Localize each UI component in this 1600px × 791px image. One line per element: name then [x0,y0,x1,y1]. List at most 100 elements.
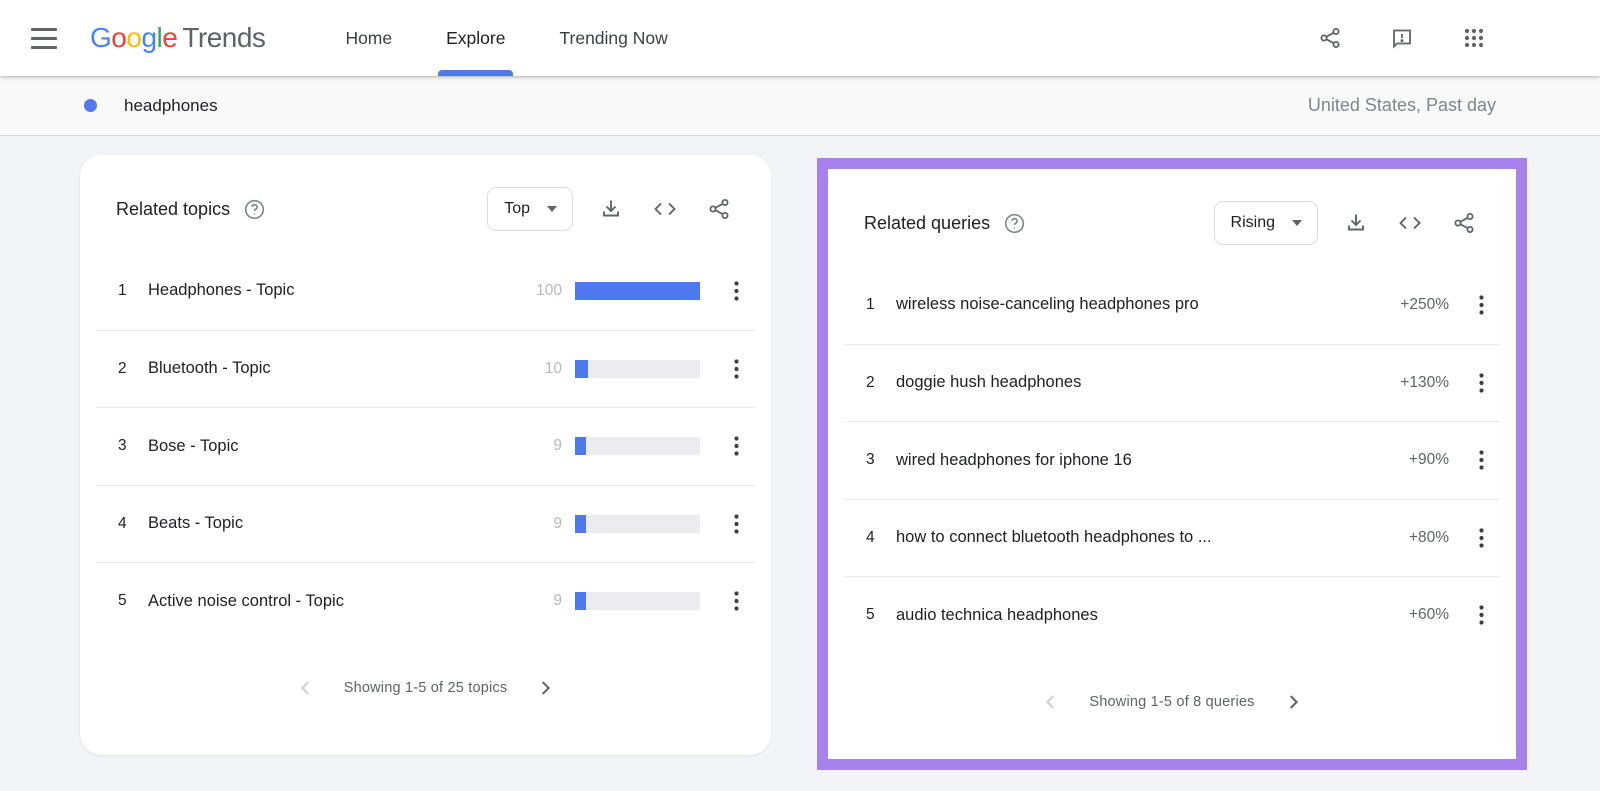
logo-letter: e [162,22,178,53]
share-icon[interactable] [1450,209,1478,237]
table-row: 4 Beats - Topic 9 [96,484,755,563]
card-title: Related topics [116,198,231,219]
query-link[interactable]: doggie hush headphones [896,373,1400,392]
row-value: 10 [544,359,562,377]
kebab-menu-icon[interactable] [1468,290,1494,320]
value-bar [575,592,700,611]
tab-explore[interactable]: Explore [438,0,514,76]
row-rank: 3 [866,451,875,469]
table-row: 5 Active noise control - Topic 9 [96,562,755,640]
kebab-menu-icon[interactable] [723,354,749,384]
topic-link[interactable]: Bose - Topic [148,437,518,456]
rising-percent: +250% [1400,295,1449,313]
top-app-bar: G o o g l e Trends Home Explore Trending… [0,0,1600,76]
logo-letter: o [126,22,142,53]
help-icon[interactable] [243,198,266,221]
geo-time-filter[interactable]: United States, Past day [1308,95,1496,116]
active-tab-underline [438,70,514,76]
chevron-left-icon[interactable] [1040,691,1062,713]
query-link[interactable]: audio technica headphones [896,606,1409,625]
download-icon[interactable] [597,195,625,223]
table-row: 5 audio technica headphones +60% [844,576,1500,654]
kebab-menu-icon[interactable] [723,509,749,539]
help-icon[interactable] [1003,212,1026,235]
row-rank: 2 [118,359,127,377]
chevron-down-icon [1292,220,1302,226]
row-rank: 1 [118,281,127,299]
card-toolbar [597,195,733,223]
embed-icon[interactable] [651,195,679,223]
rising-percent: +130% [1400,373,1449,391]
pagination-status: Showing 1-5 of 25 topics [343,679,508,696]
row-rank: 3 [118,437,127,455]
chevron-left-icon[interactable] [295,677,317,699]
hamburger-menu-icon[interactable] [27,25,61,51]
card-title: Related queries [864,212,991,233]
sort-dropdown[interactable]: Rising [1213,201,1318,245]
topic-link[interactable]: Headphones - Topic [148,281,518,300]
feedback-icon[interactable] [1388,24,1416,52]
topbar-actions [1316,24,1488,52]
primary-nav: Home Explore Trending Now [343,0,669,76]
embed-icon[interactable] [1396,209,1424,237]
kebab-menu-icon[interactable] [723,431,749,461]
kebab-menu-icon[interactable] [1468,523,1494,553]
google-trends-logo[interactable]: G o o g l e Trends [90,22,266,54]
card-controls: Rising [1213,201,1478,245]
related-topics-header: Related topics Top [80,155,771,231]
value-bar [575,359,700,378]
tab-label: Explore [446,27,506,48]
row-value: 100 [536,281,562,299]
search-term[interactable]: headphones [124,96,218,116]
table-row: 1 Headphones - Topic 100 [96,252,755,330]
table-row: 3 Bose - Topic 9 [96,407,755,485]
row-rank: 4 [866,528,875,546]
card-toolbar [1342,209,1478,237]
query-link[interactable]: how to connect bluetooth headphones to .… [896,528,1409,547]
apps-grid-icon[interactable] [1460,24,1488,52]
chevron-right-icon[interactable] [534,677,556,699]
row-value: 9 [553,592,562,610]
rising-percent: +80% [1408,528,1449,546]
tab-label: Home [345,27,393,48]
row-rank: 1 [866,295,875,313]
sort-dropdown[interactable]: Top [487,187,573,231]
table-row: 2 doggie hush headphones +130% [844,343,1500,422]
kebab-menu-icon[interactable] [1468,600,1494,630]
logo-letter: g [141,22,157,53]
topic-link[interactable]: Beats - Topic [148,514,518,533]
query-link[interactable]: wired headphones for iphone 16 [896,451,1409,470]
tab-home[interactable]: Home [343,0,394,76]
chevron-down-icon [547,206,557,212]
value-bar [575,514,700,533]
pagination: Showing 1-5 of 8 queries [828,691,1516,713]
share-icon[interactable] [1316,24,1344,52]
card-controls: Top [487,187,733,231]
chevron-right-icon[interactable] [1282,691,1304,713]
kebab-menu-icon[interactable] [723,586,749,616]
share-icon[interactable] [705,195,733,223]
topic-link[interactable]: Active noise control - Topic [148,592,518,611]
query-link[interactable]: wireless noise-canceling headphones pro [896,295,1400,314]
main-content: Related topics Top 1 Headphones - Topic … [0,136,1600,770]
tab-trending-now[interactable]: Trending Now [557,0,669,76]
related-queries-list: 1 wireless noise-canceling headphones pr… [844,266,1500,654]
kebab-menu-icon[interactable] [723,276,749,306]
value-bar [575,281,700,300]
row-value: 9 [553,437,562,455]
row-rank: 5 [866,606,875,624]
search-term-bar: headphones United States, Past day [0,76,1600,136]
kebab-menu-icon[interactable] [1468,445,1494,475]
topic-link[interactable]: Bluetooth - Topic [148,359,518,378]
rising-percent: +90% [1408,451,1449,469]
related-queries-header: Related queries Rising [828,169,1516,245]
related-topics-card: Related topics Top 1 Headphones - Topic … [80,155,771,755]
kebab-menu-icon[interactable] [1468,368,1494,398]
download-icon[interactable] [1342,209,1370,237]
logo-suffix: Trends [182,22,266,53]
logo-letter: o [111,22,127,53]
table-row: 3 wired headphones for iphone 16 +90% [844,421,1500,499]
pagination-status: Showing 1-5 of 8 queries [1089,693,1255,710]
row-value: 9 [553,514,562,532]
pagination: Showing 1-5 of 25 topics [80,677,771,699]
